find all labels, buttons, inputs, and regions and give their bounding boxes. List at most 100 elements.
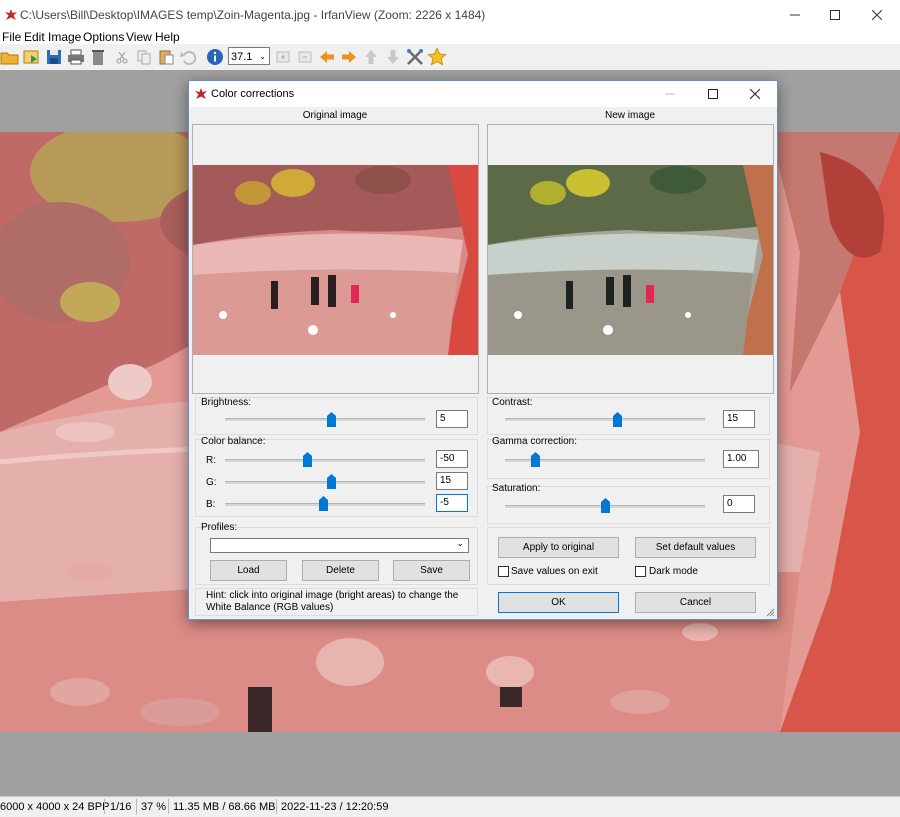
undo-button[interactable] [178,47,198,67]
blue-label: B: [206,499,216,510]
resize-grip-icon[interactable] [765,607,775,617]
irfanview-app-icon [195,88,207,99]
green-input[interactable]: 15 [436,472,468,490]
saturation-slider-thumb[interactable] [600,498,610,513]
open-button[interactable] [0,47,20,67]
slideshow-button[interactable] [22,47,42,67]
gamma-slider-thumb[interactable] [530,452,540,467]
save-button[interactable] [44,47,64,67]
down-button[interactable] [383,47,403,67]
status-bar: 6000 x 4000 x 24 BPP 1/16 37 % 11.35 MB … [0,796,900,817]
green-slider-thumb[interactable] [326,474,336,489]
previous-image-button[interactable] [317,47,337,67]
load-profile-button[interactable]: Load [210,560,287,581]
dialog-maximize-button[interactable] [691,81,735,107]
print-button[interactable] [66,47,86,67]
favorite-button[interactable] [427,47,447,67]
info-button[interactable] [205,47,225,67]
new-image-preview [487,124,774,394]
menu-help[interactable]: Help [155,30,180,44]
open-folder-icon [0,52,19,65]
color-balance-label: Color balance: [201,436,266,447]
tools-button[interactable] [405,47,425,67]
next-image-button[interactable] [339,47,359,67]
status-divider [276,799,277,814]
zoom-in-button[interactable] [273,47,293,67]
settings-tools-icon [407,49,423,65]
cut-icon [116,51,128,64]
cancel-button[interactable]: Cancel [635,592,756,613]
arrow-left-icon [320,51,334,63]
menu-view[interactable]: View [126,30,152,44]
status-zoom: 37 % [141,801,167,813]
window-title-bar[interactable]: C:\Users\Bill\Desktop\IMAGES temp\Zoin-M… [0,0,900,30]
contrast-slider-track[interactable] [505,418,705,421]
dark-mode-label[interactable]: Dark mode [649,566,698,577]
info-icon [207,49,223,65]
zoom-value: 37.1 [231,51,253,63]
copy-icon [137,50,151,65]
arrow-up-icon [365,50,377,64]
dialog-close-button[interactable] [733,81,777,107]
menu-file[interactable]: File [2,30,21,44]
new-photo-thumbnail [488,165,773,355]
original-image-preview[interactable] [192,124,479,394]
red-slider-thumb[interactable] [302,452,312,467]
menu-image[interactable]: Image [48,30,81,44]
delete-button[interactable] [88,47,108,67]
chevron-down-icon: ⌄ [259,52,266,61]
saturation-input[interactable]: 0 [723,495,755,513]
dialog-minimize-button[interactable] [648,81,692,107]
status-divider [136,799,137,814]
brightness-input[interactable]: 5 [436,410,468,428]
minimize-icon [665,93,675,95]
zoom-out-icon [298,51,312,63]
original-photo-thumbnail [193,165,478,355]
profiles-combobox[interactable]: ⌄ [210,538,469,553]
zoom-out-button[interactable] [295,47,315,67]
save-values-on-exit-checkbox[interactable] [498,566,509,577]
irfanview-app-icon [5,9,17,20]
ok-button[interactable]: OK [498,592,619,613]
menu-options[interactable]: Options [83,30,124,44]
up-button[interactable] [361,47,381,67]
toolbar: 37.1 ⌄ [0,44,900,71]
copy-button[interactable] [134,47,154,67]
red-input[interactable]: -50 [436,450,468,468]
zoom-combobox[interactable]: 37.1 ⌄ [228,47,270,65]
status-dimensions: 6000 x 4000 x 24 BPP [0,801,110,813]
favorite-star-icon [427,47,447,66]
blue-input[interactable]: -5 [436,494,468,512]
red-slider-track[interactable] [225,459,425,462]
menu-edit[interactable]: Edit [24,30,45,44]
status-datetime: 2022-11-23 / 12:20:59 [281,801,389,813]
cut-button[interactable] [112,47,132,67]
brightness-slider-thumb[interactable] [326,412,336,427]
dark-mode-checkbox[interactable] [635,566,646,577]
minimize-icon [790,14,800,16]
delete-profile-button[interactable]: Delete [302,560,379,581]
dialog-title: Color corrections [211,88,295,100]
chevron-down-icon: ⌄ [456,538,464,548]
close-button[interactable] [854,0,900,30]
blue-slider-thumb[interactable] [318,496,328,511]
status-divider [168,799,169,814]
color-corrections-dialog: Color corrections Original image New ima… [188,80,778,620]
maximize-button[interactable] [812,0,858,30]
menu-bar: File Edit Image Options View Help [0,30,900,44]
profiles-label: Profiles: [201,522,238,533]
brightness-slider-track[interactable] [225,418,425,421]
zoom-in-icon [276,51,290,63]
save-values-on-exit-label[interactable]: Save values on exit [511,566,598,577]
contrast-slider-thumb[interactable] [612,412,622,427]
apply-to-original-button[interactable]: Apply to original [498,537,619,558]
save-profile-button[interactable]: Save [393,560,470,581]
save-icon [47,50,61,64]
slideshow-icon [23,50,39,64]
dialog-title-bar[interactable]: Color corrections [189,81,777,107]
gamma-input[interactable]: 1.00 [723,450,759,468]
contrast-input[interactable]: 15 [723,410,755,428]
green-slider-track[interactable] [225,481,425,484]
paste-button[interactable] [156,47,176,67]
set-default-values-button[interactable]: Set default values [635,537,756,558]
